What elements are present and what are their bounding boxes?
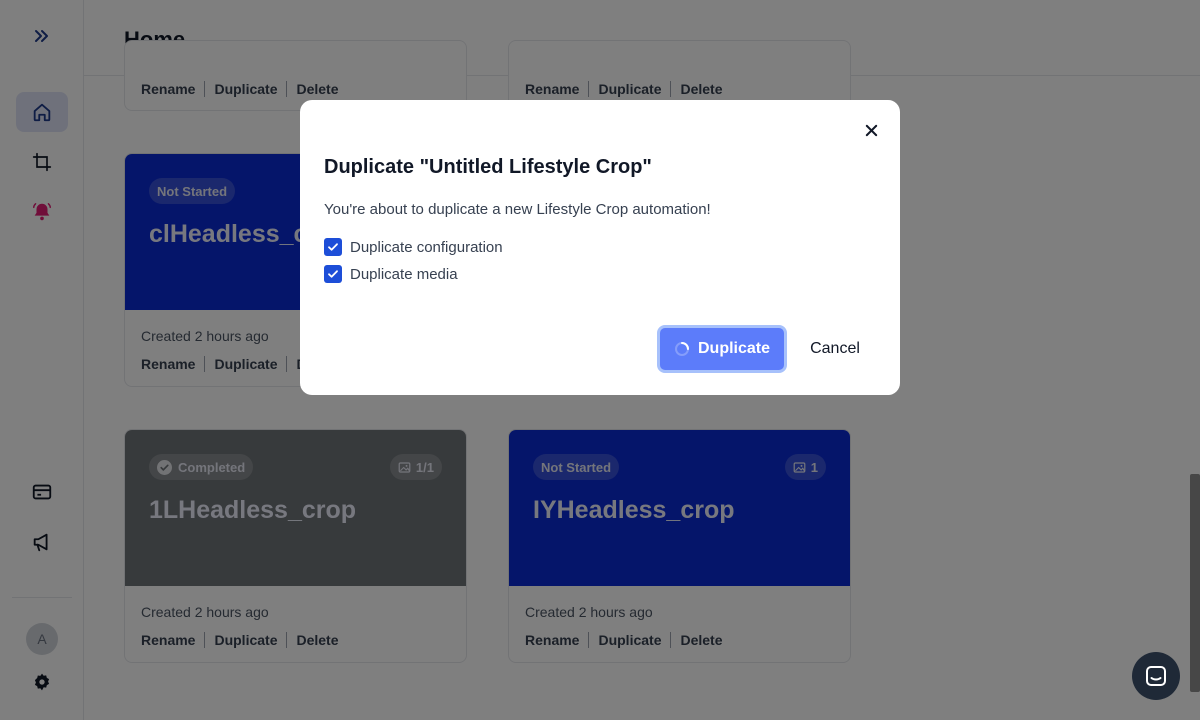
checkmark-icon (328, 243, 338, 251)
option-label: Duplicate media (350, 265, 458, 283)
duplicate-dialog: Duplicate "Untitled Lifestyle Crop" You'… (300, 100, 900, 395)
duplicate-media-option[interactable]: Duplicate media (324, 265, 458, 283)
cancel-button[interactable]: Cancel (800, 325, 870, 373)
close-icon (865, 124, 877, 136)
checkbox[interactable] (324, 238, 342, 256)
chat-launcher-button[interactable] (1132, 652, 1180, 700)
loading-spinner-icon (674, 342, 689, 356)
checkmark-icon (328, 270, 338, 278)
chat-icon (1146, 666, 1166, 686)
close-button[interactable] (860, 119, 882, 141)
duplicate-button[interactable]: Duplicate (657, 325, 787, 373)
dialog-title: Duplicate "Untitled Lifestyle Crop" (324, 156, 652, 178)
option-label: Duplicate configuration (350, 238, 503, 256)
duplicate-configuration-option[interactable]: Duplicate configuration (324, 238, 503, 256)
checkbox[interactable] (324, 265, 342, 283)
duplicate-button-label: Duplicate (697, 340, 770, 357)
dialog-description: You're about to duplicate a new Lifestyl… (324, 201, 711, 218)
